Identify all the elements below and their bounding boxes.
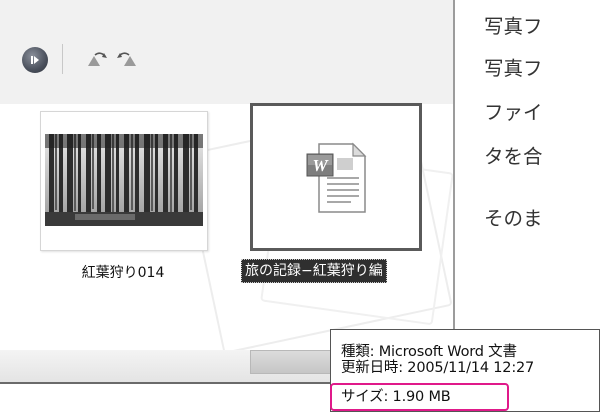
book-text-line: 写真フ	[484, 57, 543, 80]
document-thumbnail[interactable]: W	[250, 103, 422, 251]
book-text-line: そのま	[484, 207, 543, 230]
document-filename[interactable]: 旅の記録−紅葉狩り編	[241, 259, 387, 283]
book-text-column: 写真フ 写真フ ファイ タを合 そのま	[484, 0, 600, 260]
photo-thumbnail[interactable]	[40, 111, 208, 251]
svg-text:W: W	[312, 156, 329, 175]
rotate-counterclockwise-icon[interactable]	[84, 47, 110, 71]
explorer-window: 紅葉狩り014 W 旅の記録−紅葉狩り編	[0, 0, 455, 384]
rotate-clockwise-icon[interactable]	[114, 47, 140, 71]
bamboo-forest-image	[45, 134, 203, 226]
window-right-border	[453, 0, 455, 384]
size-highlight-callout	[330, 383, 509, 411]
slideshow-play-icon[interactable]	[22, 47, 48, 73]
toolbar-separator	[62, 44, 63, 74]
photo-filename: 紅葉狩り014	[81, 265, 165, 281]
word-document-icon: W	[297, 138, 377, 218]
book-text-line: 写真フ	[484, 15, 543, 38]
book-text-line: ファイ	[484, 101, 543, 124]
tooltip-modified-date: 更新日時: 2005/11/14 12:27	[341, 360, 535, 376]
book-text-line: タを合	[484, 145, 543, 168]
toolbar	[0, 0, 455, 104]
